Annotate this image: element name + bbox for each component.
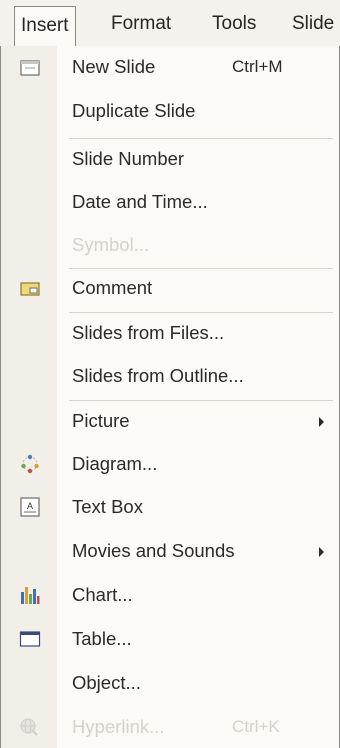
menu-separator: [69, 138, 333, 139]
menu-item-duplicate-slide[interactable]: Duplicate Slide: [1, 94, 339, 130]
menu-item-symbol: Symbol...: [1, 228, 339, 264]
table-icon: [19, 628, 41, 650]
menu-item-label: Comment: [72, 277, 153, 298]
text-box-icon: A: [19, 496, 41, 518]
comment-icon: [19, 278, 41, 300]
menu-item-text-box[interactable]: A Text Box: [1, 490, 339, 526]
menu-item-label: Slide Number: [72, 148, 185, 169]
menu-item-slides-from-files[interactable]: Slides from Files...: [1, 316, 339, 352]
insert-menu-panel: New Slide Ctrl+M Duplicate Slide Slide N…: [0, 46, 340, 748]
svg-text:A: A: [27, 501, 33, 511]
menu-separator: [69, 268, 333, 269]
menubar-slide[interactable]: Slide: [292, 10, 334, 38]
menu-item-label: Symbol...: [72, 234, 150, 255]
menu-item-slide-number[interactable]: Slide Number: [1, 142, 339, 178]
menu-item-hyperlink: Hyperlink... Ctrl+K: [1, 710, 339, 746]
menu-item-slides-from-outline[interactable]: Slides from Outline...: [1, 359, 339, 395]
menu-item-label: Object...: [72, 672, 141, 693]
menu-item-label: Slides from Outline...: [72, 365, 244, 386]
menu-item-date-and-time[interactable]: Date and Time...: [1, 185, 339, 221]
menu-bar: Insert Format Tools Slide: [0, 0, 340, 47]
hyperlink-icon: [19, 716, 41, 738]
menu-item-movies-and-sounds[interactable]: Movies and Sounds: [1, 534, 339, 570]
menu-item-label: Slides from Files...: [72, 322, 225, 343]
menu-item-new-slide[interactable]: New Slide Ctrl+M: [1, 50, 339, 86]
menu-item-label: Table...: [72, 628, 132, 649]
submenu-arrow-icon: [319, 547, 324, 557]
chart-icon: [19, 584, 41, 606]
menu-item-diagram[interactable]: Diagram...: [1, 447, 339, 483]
menu-item-comment[interactable]: Comment: [1, 271, 339, 307]
new-slide-icon: [19, 57, 41, 79]
menu-item-label: Date and Time...: [72, 191, 208, 212]
menu-item-shortcut: Ctrl+M: [232, 57, 283, 76]
menu-item-label: Diagram...: [72, 453, 158, 474]
menu-item-label: Text Box: [72, 496, 143, 517]
menu-item-shortcut: Ctrl+K: [232, 717, 280, 736]
menu-separator: [69, 400, 333, 401]
menu-item-label: Hyperlink...: [72, 716, 165, 737]
menubar-tools[interactable]: Tools: [212, 10, 256, 38]
menu-item-label: Picture: [72, 410, 130, 431]
menu-separator: [69, 312, 333, 313]
menu-item-label: Duplicate Slide: [72, 100, 196, 121]
menu-item-label: Chart...: [72, 584, 133, 605]
menu-item-chart[interactable]: Chart...: [1, 578, 339, 614]
menu-item-label: New Slide: [72, 56, 156, 77]
submenu-arrow-icon: [319, 417, 324, 427]
menubar-format[interactable]: Format: [111, 10, 171, 38]
menubar-insert[interactable]: Insert: [14, 6, 76, 46]
menu-item-object[interactable]: Object...: [1, 666, 339, 702]
diagram-icon: [19, 453, 41, 475]
menu-item-picture[interactable]: Picture: [1, 404, 339, 440]
menu-item-label: Movies and Sounds: [72, 540, 235, 561]
menu-item-table[interactable]: Table...: [1, 622, 339, 658]
